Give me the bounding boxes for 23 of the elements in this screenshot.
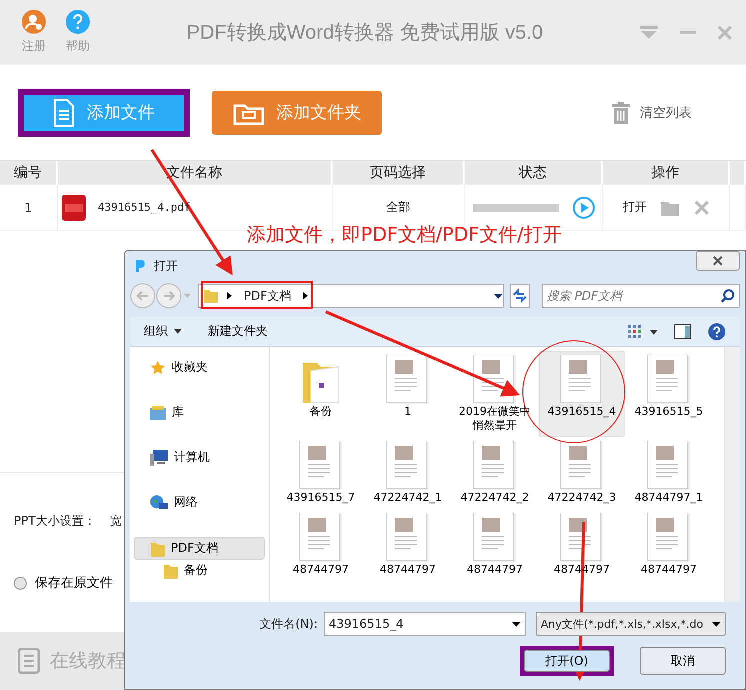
column-header: 状态 [465, 161, 603, 185]
filename-label: 文件名(N): [260, 616, 318, 632]
setting-label: 宽 [110, 513, 122, 530]
file-name: 43916515_5 [634, 405, 704, 419]
column-header: 编号 [0, 161, 58, 185]
file-name: 备份 [309, 405, 333, 419]
table-cell: 1 [0, 185, 58, 230]
window-title: PDF转换成Word转换器 免费试用版 v5.0 [186, 21, 544, 46]
file-name: 48744797_1 [634, 491, 704, 505]
column-header: 页码选择 [333, 161, 465, 185]
file-name: 1 [404, 405, 412, 419]
file-name: 43916515_4 [546, 405, 618, 419]
file-name: 48744797 [379, 563, 437, 577]
file-name: 48744797 [292, 563, 350, 577]
setting-label: PPT大小设置： [14, 513, 96, 530]
column-header: 操作 [603, 161, 730, 185]
file-name: 48744797 [640, 563, 698, 577]
file-name: 47224742_2 [460, 491, 530, 505]
file-name: 47224742_1 [372, 491, 444, 505]
dialog-title: 打开 [154, 258, 178, 274]
file-name: 47224742_3 [546, 491, 618, 505]
file-name: 43916515_7 [286, 491, 356, 505]
file-name: 48744797 [466, 563, 524, 577]
